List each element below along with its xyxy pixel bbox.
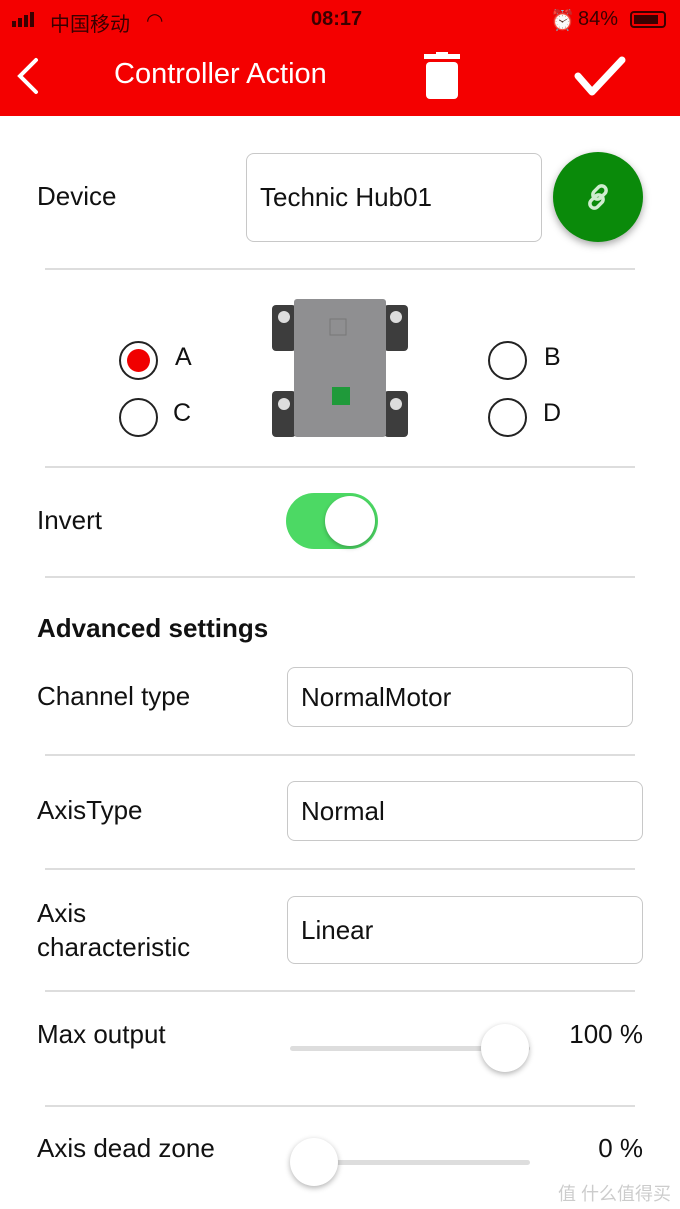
checkmark-icon [574,56,626,96]
page-title: Controller Action [114,58,327,90]
invert-label: Invert [37,505,103,535]
port-d-radio[interactable] [488,398,527,437]
divider [45,576,635,578]
max-output-value: 100 % [569,1019,643,1049]
battery-percent: 84% [578,8,619,30]
signal-icon [12,12,34,27]
device-label: Device [37,181,117,211]
port-c-label: C [173,399,192,427]
max-output-label: Max output [37,1019,166,1049]
axis-characteristic-label-line2: characteristic [37,932,191,962]
port-c-radio[interactable] [119,398,158,437]
alarm-icon: ⏰ [550,10,575,32]
technic-hub-image [270,297,410,444]
link-icon [588,184,608,210]
port-a-radio[interactable] [119,341,158,380]
port-d-label: D [543,399,562,427]
divider [45,268,635,270]
axis-type-picker[interactable]: Normal [287,781,643,841]
link-button[interactable] [553,152,643,242]
dead-zone-slider-thumb[interactable] [290,1138,338,1186]
divider [45,1105,635,1107]
confirm-button[interactable] [574,54,626,103]
max-output-slider-thumb[interactable] [481,1024,529,1072]
axis-characteristic-label-line1: Axis [37,898,87,928]
battery-icon [630,11,666,28]
back-button[interactable] [14,56,44,96]
axis-type-label: AxisType [37,795,143,825]
invert-toggle[interactable] [286,493,378,549]
advanced-settings-heading: Advanced settings [37,613,269,643]
header-bar: 中国移动 ◠ 08:17 ⏰ 84% Controller Action [0,0,680,116]
axis-characteristic-picker[interactable]: Linear [287,896,643,964]
delete-button[interactable] [422,52,462,105]
divider [45,466,635,468]
port-b-label: B [544,343,561,371]
channel-type-label: Channel type [37,681,191,711]
port-a-label: A [175,343,192,371]
divider [45,754,635,756]
wifi-icon: ◠ [146,10,164,32]
status-time: 08:17 [311,8,363,30]
device-field[interactable]: Technic Hub01 [246,153,542,242]
channel-type-picker[interactable]: NormalMotor [287,667,633,727]
trash-icon [424,52,460,99]
chevron-left-icon [17,58,38,94]
dead-zone-label: Axis dead zone [37,1133,215,1163]
port-b-radio[interactable] [488,341,527,380]
divider [45,990,635,992]
watermark: 值 什么值得买 [558,1184,672,1204]
divider [45,868,635,870]
dead-zone-value: 0 % [598,1133,643,1163]
carrier: 中国移动 [50,14,130,36]
